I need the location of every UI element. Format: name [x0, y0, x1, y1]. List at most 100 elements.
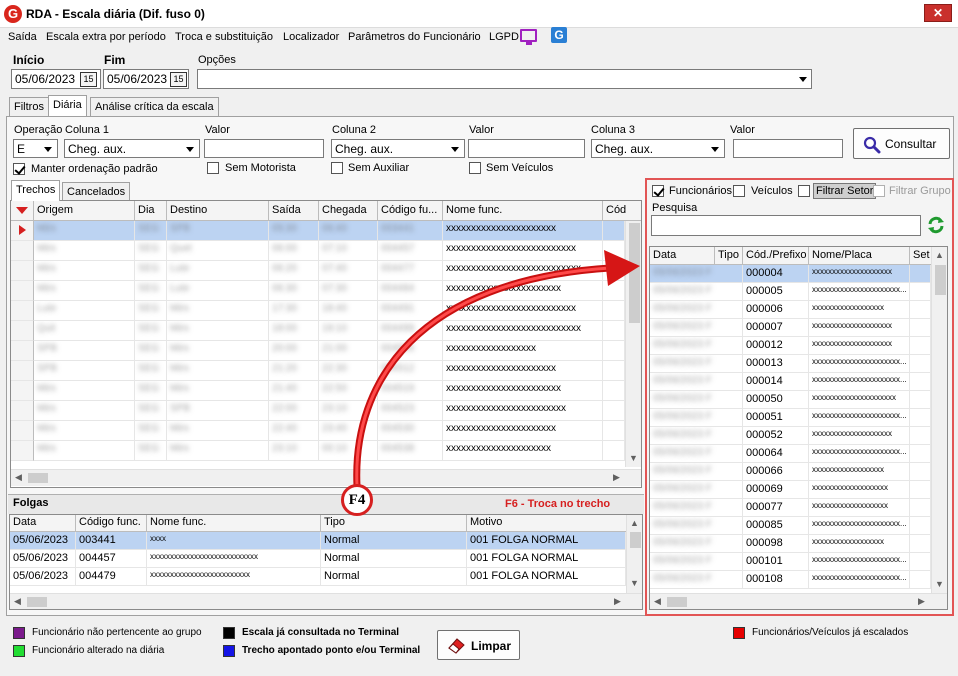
- row-indicator[interactable]: [11, 281, 34, 301]
- row-indicator[interactable]: [11, 241, 34, 261]
- col-nome-func[interactable]: Nome func.: [147, 515, 321, 532]
- table-cell[interactable]: 05/06/2023 F: [650, 373, 743, 391]
- pesquisa-input[interactable]: [651, 215, 921, 236]
- table-cell[interactable]: 003441: [76, 532, 147, 550]
- manter-ordenacao-checkbox[interactable]: [13, 163, 25, 175]
- col-cod[interactable]: Cód: [603, 201, 641, 221]
- table-cell[interactable]: 05/06/2023 F: [650, 319, 743, 337]
- valor1-input[interactable]: [204, 139, 324, 158]
- table-cell[interactable]: 05/06/2023 F: [650, 445, 743, 463]
- funcionarios-vertical-scrollbar[interactable]: ▲ ▼: [931, 247, 947, 593]
- row-indicator[interactable]: [11, 361, 34, 381]
- col-nome-placa[interactable]: Nome/Placa: [809, 247, 910, 265]
- col-codigo-func[interactable]: Código func.: [76, 515, 147, 532]
- table-cell[interactable]: Normal: [321, 568, 467, 586]
- consultar-button[interactable]: Consultar: [853, 128, 950, 159]
- table-cell[interactable]: 001 FOLGA NORMAL: [467, 550, 626, 568]
- table-cell[interactable]: 000051: [743, 409, 809, 427]
- table-cell[interactable]: 001 FOLGA NORMAL: [467, 532, 626, 550]
- row-indicator[interactable]: [11, 401, 34, 421]
- table-cell[interactable]: xxxxxxxxxxxxxxxxxxxxxx...: [809, 409, 910, 427]
- menu-escala-extra[interactable]: Escala extra por período: [46, 31, 166, 43]
- table-cell[interactable]: 000052: [743, 427, 809, 445]
- row-indicator[interactable]: [11, 261, 34, 281]
- table-cell[interactable]: 05/06/2023 F: [650, 283, 743, 301]
- col-tipo[interactable]: Tipo: [321, 515, 467, 532]
- col-nome-func[interactable]: Nome func.: [443, 201, 603, 221]
- table-cell[interactable]: xxxxxxxxxxxxxxxxxxxxxx...: [809, 445, 910, 463]
- menu-troca-substituicao[interactable]: Troca e substituição: [175, 31, 273, 43]
- table-cell[interactable]: 000108: [743, 571, 809, 589]
- tab-trechos[interactable]: Trechos: [11, 180, 61, 201]
- coluna2-select[interactable]: Cheg. aux.: [331, 139, 465, 158]
- table-cell[interactable]: xxxxxxxxxxxxxxxxxxxxxx...: [809, 283, 910, 301]
- table-cell[interactable]: 000012: [743, 337, 809, 355]
- table-cell[interactable]: xxxxxxxxxxxxxxxxxxxxxx...: [809, 571, 910, 589]
- table-cell[interactable]: xxxxxxxxxxxxxxxxxxxx: [809, 337, 910, 355]
- row-indicator[interactable]: [11, 441, 34, 461]
- table-cell[interactable]: 05/06/2023 F: [650, 409, 743, 427]
- table-cell[interactable]: xxxxxxxxxxxxxxxxxx: [809, 535, 910, 553]
- menu-localizador[interactable]: Localizador: [283, 31, 339, 43]
- table-cell[interactable]: 000013: [743, 355, 809, 373]
- table-cell[interactable]: 000085: [743, 517, 809, 535]
- chevron-down-icon[interactable]: [42, 141, 54, 157]
- col-origem[interactable]: Origem: [34, 201, 135, 221]
- table-cell[interactable]: 05/06/2023 F: [650, 499, 743, 517]
- row-indicator[interactable]: [11, 421, 34, 441]
- funcionarios-horizontal-scrollbar[interactable]: ◀ ▶: [650, 593, 947, 609]
- valor3-input[interactable]: [733, 139, 843, 158]
- row-indicator[interactable]: [11, 341, 34, 361]
- table-cell[interactable]: xxxxxxxxxxxxxxxxxxxxx: [809, 391, 910, 409]
- table-cell[interactable]: xxxxxxxxxxxxxxxxxxxxxxxxx: [147, 568, 321, 586]
- sem-auxiliar-checkbox[interactable]: [331, 162, 343, 174]
- table-cell[interactable]: 05/06/2023 F: [650, 553, 743, 571]
- table-cell[interactable]: xxxxxxxxxxxxxxxxxx: [809, 463, 910, 481]
- folgas-horizontal-scrollbar[interactable]: ◀ ▶: [10, 593, 642, 609]
- table-cell[interactable]: 004479: [76, 568, 147, 586]
- tab-diaria[interactable]: Diária: [48, 95, 87, 116]
- table-cell[interactable]: 05/06/2023 F: [650, 571, 743, 589]
- col-data[interactable]: Data: [10, 515, 76, 532]
- table-cell[interactable]: 000069: [743, 481, 809, 499]
- table-cell[interactable]: 000005: [743, 283, 809, 301]
- col-data[interactable]: Data: [650, 247, 715, 265]
- menu-saida[interactable]: Saída: [8, 31, 37, 43]
- calendar-icon[interactable]: 15: [80, 72, 97, 87]
- menu-parametros-funcionario[interactable]: Parâmetros do Funcionário: [348, 31, 481, 43]
- row-indicator[interactable]: [11, 221, 34, 241]
- row-indicator[interactable]: [11, 301, 34, 321]
- table-cell[interactable]: 000101: [743, 553, 809, 571]
- table-cell[interactable]: 05/06/2023: [10, 568, 76, 586]
- table-cell[interactable]: xxxxxxxxxxxxxxxxxxxx: [809, 319, 910, 337]
- col-tipo[interactable]: Tipo: [715, 247, 743, 265]
- coluna1-select[interactable]: Cheg. aux.: [64, 139, 200, 158]
- funcionarios-checkbox[interactable]: [652, 185, 664, 197]
- table-cell[interactable]: 004457: [76, 550, 147, 568]
- table-cell[interactable]: xxxxxxxxxxxxxxxxxxx: [809, 481, 910, 499]
- chevron-down-icon[interactable]: [709, 141, 721, 157]
- table-cell[interactable]: 05/06/2023 F: [650, 535, 743, 553]
- veiculos-checkbox[interactable]: [733, 185, 745, 197]
- table-cell[interactable]: 000004: [743, 265, 809, 283]
- col-chegada[interactable]: Chegada: [319, 201, 378, 221]
- table-cell[interactable]: Normal: [321, 550, 467, 568]
- col-cod-prefixo[interactable]: Cód./Prefixo: [743, 247, 809, 265]
- table-cell[interactable]: 05/06/2023 F: [650, 463, 743, 481]
- table-cell[interactable]: 000050: [743, 391, 809, 409]
- col-saida[interactable]: Saída: [269, 201, 319, 221]
- coluna3-select[interactable]: Cheg. aux.: [591, 139, 725, 158]
- monitor-icon[interactable]: [520, 29, 537, 45]
- tab-cancelados[interactable]: Cancelados: [62, 182, 131, 201]
- table-cell[interactable]: xxxxxxxxxxxxxxxxxxx: [809, 499, 910, 517]
- tab-analise-critica[interactable]: Análise crítica da escala: [90, 97, 219, 116]
- opcoes-select[interactable]: [197, 69, 812, 89]
- table-cell[interactable]: 05/06/2023 F: [650, 301, 743, 319]
- table-cell[interactable]: 05/06/2023 F: [650, 391, 743, 409]
- menu-lgpd[interactable]: LGPD: [489, 31, 519, 43]
- sem-veiculos-checkbox[interactable]: [469, 162, 481, 174]
- table-cell[interactable]: 000006: [743, 301, 809, 319]
- col-destino[interactable]: Destino: [167, 201, 269, 221]
- table-cell[interactable]: xxxx: [147, 532, 321, 550]
- table-cell[interactable]: 05/06/2023 F: [650, 481, 743, 499]
